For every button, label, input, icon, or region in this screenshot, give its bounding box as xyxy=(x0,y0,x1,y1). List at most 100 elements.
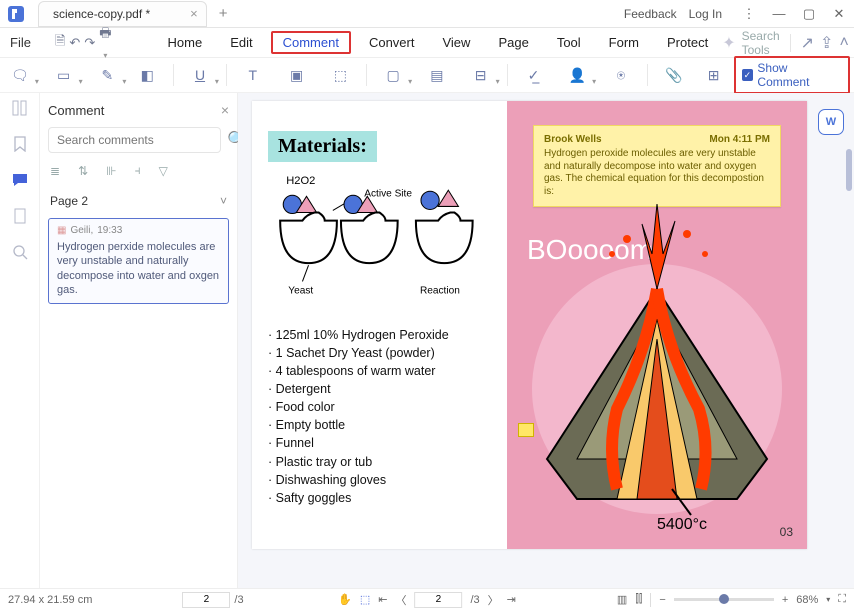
redo-icon[interactable]: ↷ xyxy=(84,35,95,51)
stamp2-tool-icon[interactable]: ⍟ xyxy=(608,62,634,88)
file-menu[interactable]: File xyxy=(0,35,41,50)
list-item: 125ml 10% Hydrogen Peroxide xyxy=(268,326,501,344)
svg-text:H2O2: H2O2 xyxy=(286,175,315,187)
tab-view[interactable]: View xyxy=(432,31,480,54)
page-group-label: Page 2 xyxy=(50,194,88,208)
window-close-button[interactable]: ✕ xyxy=(824,6,854,22)
tab-tool[interactable]: Tool xyxy=(547,31,591,54)
stamp-tool-icon[interactable]: ▤ xyxy=(424,62,450,88)
last-page-icon[interactable]: ⇥ xyxy=(507,593,516,606)
prev-page-icon[interactable]: 〈 xyxy=(395,592,406,608)
funnel-icon[interactable]: ▽ xyxy=(159,164,168,178)
expand-icon[interactable]: ≣ xyxy=(50,164,60,178)
menu-more-icon[interactable]: ⋮ xyxy=(734,6,764,22)
shape-tool-icon[interactable]: ▢▾ xyxy=(380,62,406,88)
next-page-icon[interactable]: 〉 xyxy=(488,592,499,608)
tab-page[interactable]: Page xyxy=(488,31,538,54)
textbox-tool-icon[interactable]: ▣ xyxy=(284,62,310,88)
attachments-icon[interactable] xyxy=(10,207,30,225)
tab-home[interactable]: Home xyxy=(158,31,213,54)
tab-comment[interactable]: Comment xyxy=(271,31,351,54)
sticky-body: Hydrogen peroxide molecules are very uns… xyxy=(544,148,770,198)
close-tab-icon[interactable]: × xyxy=(190,6,198,21)
status-page-info: /3 xyxy=(182,592,243,608)
show-comment-toggle[interactable]: ✓ Show Comment xyxy=(734,56,851,94)
sort-icon[interactable]: ⇅ xyxy=(78,164,88,178)
ribbon: 🗨▾ ▭▾ ✎▾ ◧ U▾ T ▣ ⬚ ▢▾ ▤ ⊟▾ ✓̲ 👤▾ ⍟ 📎 ⊞ … xyxy=(0,58,854,93)
page-canvas: W Materials: H2O2 Active Site xyxy=(238,93,854,588)
zoom-out-icon[interactable]: − xyxy=(659,594,665,606)
list-item: Empty bottle xyxy=(268,416,501,434)
hand-tool-icon[interactable]: ✋ xyxy=(338,593,352,606)
thumbnails-icon[interactable] xyxy=(10,99,30,117)
attachment-tool-icon[interactable]: 📎 xyxy=(661,62,687,88)
ai-icon[interactable]: ✦ xyxy=(722,33,735,53)
list-item: 4 tablespoons of warm water xyxy=(268,362,501,380)
volcano-illustration: BOoooom! 5400°c xyxy=(507,199,807,529)
fit-page-icon[interactable]: ⛶ xyxy=(838,593,846,606)
toolbox-icon[interactable]: ⊞ xyxy=(701,62,727,88)
collapse-ribbon-icon[interactable]: ˄ xyxy=(839,34,848,52)
window-minimize-button[interactable]: — xyxy=(764,6,794,21)
search-comments-input[interactable] xyxy=(48,127,221,153)
pdf-page: Materials: H2O2 Active Site xyxy=(252,101,807,549)
document-tab-name: science-copy.pdf * xyxy=(53,7,150,21)
feedback-link[interactable]: Feedback xyxy=(624,7,677,21)
underline-tool-icon[interactable]: U▾ xyxy=(187,62,213,88)
approve-stamp-icon[interactable]: ✓̲ xyxy=(521,62,547,88)
window-maximize-button[interactable]: ▢ xyxy=(794,6,824,22)
document-tab[interactable]: science-copy.pdf * × xyxy=(38,1,207,27)
tab-form[interactable]: Form xyxy=(599,31,649,54)
zoom-in-icon[interactable]: + xyxy=(782,594,788,606)
page-number-input[interactable] xyxy=(414,592,462,608)
text-tool-icon[interactable]: T xyxy=(240,62,266,88)
vertical-scrollbar[interactable] xyxy=(844,93,852,588)
callout-tool-icon[interactable]: ⬚ xyxy=(327,62,353,88)
new-tab-button[interactable]: + xyxy=(219,5,228,22)
tab-protect[interactable]: Protect xyxy=(657,31,718,54)
save-icon[interactable]: 🗎 xyxy=(55,32,65,54)
comments-panel-icon[interactable] xyxy=(10,171,30,189)
note-tool-icon[interactable]: 🗨▾ xyxy=(7,62,33,88)
first-page-icon[interactable]: ⇤ xyxy=(378,593,387,606)
export-word-icon[interactable]: W xyxy=(818,109,844,135)
page-note-marker-icon[interactable] xyxy=(518,423,534,437)
select-tool-icon[interactable]: ⬚ xyxy=(360,593,370,606)
close-panel-icon[interactable]: × xyxy=(221,102,229,118)
print-icon[interactable]: 🖶 ▾ xyxy=(99,24,111,61)
svg-text:Reaction: Reaction xyxy=(420,286,460,297)
bookmarks-icon[interactable] xyxy=(10,135,30,153)
filter2-icon[interactable]: ⫞ xyxy=(135,163,141,178)
comment-author: Geili, xyxy=(70,225,93,236)
tab-convert[interactable]: Convert xyxy=(359,31,425,54)
login-link[interactable]: Log In xyxy=(689,7,722,21)
comment-item[interactable]: ▦ Geili, 19:33 Hydrogen perxide molecule… xyxy=(48,218,229,304)
sticky-note[interactable]: Brook Wells Mon 4:11 PM Hydrogen peroxid… xyxy=(533,125,781,207)
tab-edit[interactable]: Edit xyxy=(220,31,262,54)
reading-mode-icon[interactable]: ⫿⫿ xyxy=(635,593,642,606)
show-comment-label: Show Comment xyxy=(757,61,842,89)
measure-tool-icon[interactable]: ⊟▾ xyxy=(468,62,494,88)
zoom-dropdown-icon[interactable]: ▾ xyxy=(826,595,830,604)
filter1-icon[interactable]: ⊪ xyxy=(106,164,116,178)
open-external-icon[interactable]: ↗ xyxy=(801,33,814,53)
chevron-down-icon: ˅ xyxy=(220,194,227,208)
search-panel-icon[interactable] xyxy=(10,243,30,261)
page-number: 03 xyxy=(780,525,793,539)
list-item: Safty goggles xyxy=(268,489,501,507)
highlight-tool-icon[interactable]: ▭▾ xyxy=(51,62,77,88)
share-icon[interactable]: ⇪ xyxy=(820,33,833,53)
view-mode-icon[interactable]: ▥ xyxy=(617,593,627,606)
comment-panel-title: Comment xyxy=(48,103,104,118)
pencil-tool-icon[interactable]: ✎▾ xyxy=(95,62,121,88)
undo-icon[interactable]: ↶ xyxy=(69,35,80,51)
status-page-total: /3 xyxy=(234,594,243,606)
eraser-tool-icon[interactable]: ◧ xyxy=(134,62,160,88)
status-page-input[interactable] xyxy=(182,592,230,608)
zoom-slider[interactable] xyxy=(674,598,774,601)
search-tools-input[interactable]: Search Tools xyxy=(742,29,780,57)
page-group-header[interactable]: Page 2 ˅ xyxy=(40,188,237,214)
signature-tool-icon[interactable]: 👤▾ xyxy=(564,62,590,88)
svg-text:5400°c: 5400°c xyxy=(657,516,707,529)
list-item: 1 Sachet Dry Yeast (powder) xyxy=(268,344,501,362)
